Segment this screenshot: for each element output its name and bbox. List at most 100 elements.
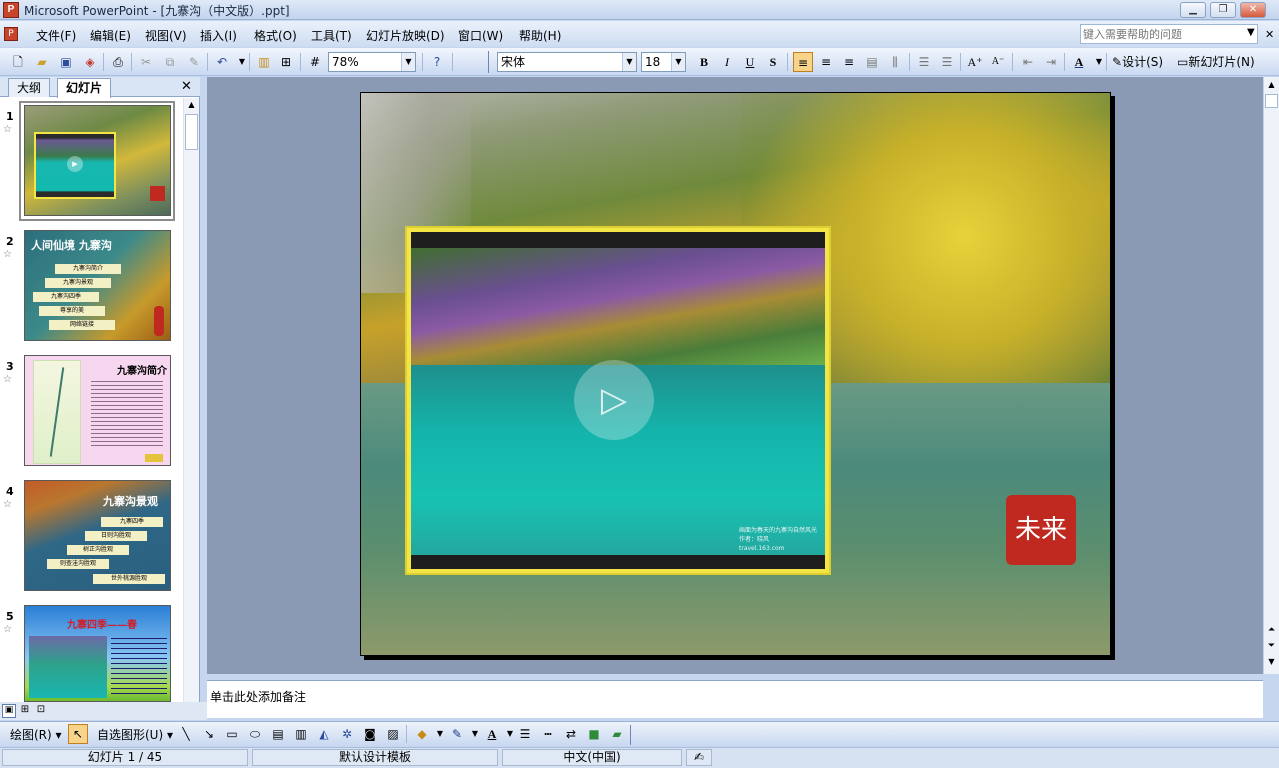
print-icon[interactable]: ⎙: [108, 52, 128, 72]
draw-menu-button[interactable]: 绘图(R) ▾: [10, 726, 62, 743]
grid-icon[interactable]: #: [305, 52, 325, 72]
permission-icon[interactable]: ◈: [80, 52, 100, 72]
restore-button[interactable]: ❐: [1210, 2, 1236, 18]
slide-thumbnail-5[interactable]: 九寨四季——春: [24, 605, 171, 702]
close-icon[interactable]: ✕: [1265, 28, 1274, 41]
vertical-text-icon[interactable]: ⫼: [885, 52, 905, 72]
autoshapes-button[interactable]: 自选图形(U) ▾: [97, 726, 173, 743]
fill-color-icon[interactable]: ◆: [412, 724, 432, 744]
arrow-style-icon[interactable]: ⇄: [561, 724, 581, 744]
picture-icon[interactable]: ▨: [383, 724, 403, 744]
main-scrollbar[interactable]: ▲ ⏶ ⏷ ▼: [1263, 77, 1279, 674]
video-player-frame[interactable]: ▷ 画面为春天的九寨沟自然风光 作者：晓风 travel.163.com: [405, 226, 831, 575]
insert-chart-icon[interactable]: ▥: [254, 52, 274, 72]
oval-icon[interactable]: ⬭: [245, 724, 265, 744]
menu-window[interactable]: 窗口(W): [458, 27, 503, 44]
wordart-icon[interactable]: ◭: [314, 724, 334, 744]
bullet-list-icon[interactable]: ☰: [937, 52, 957, 72]
arrow-icon[interactable]: ↘: [199, 724, 219, 744]
textbox-icon[interactable]: ▤: [268, 724, 288, 744]
numbered-list-icon[interactable]: ☰: [914, 52, 934, 72]
slideshow-view-icon[interactable]: ⊡: [34, 704, 48, 718]
decrease-indent-icon[interactable]: ⇤: [1018, 52, 1038, 72]
rectangle-icon[interactable]: ▭: [222, 724, 242, 744]
help-search-box[interactable]: [1080, 24, 1258, 44]
new-document-icon[interactable]: 🗋: [8, 52, 28, 72]
decrease-font-icon[interactable]: A⁻: [988, 52, 1008, 72]
panel-scrollbar[interactable]: ▲: [183, 98, 199, 702]
3d-style-icon[interactable]: ▰: [607, 724, 627, 744]
play-icon[interactable]: ▷: [574, 360, 654, 440]
scrollbar-thumb[interactable]: [1265, 94, 1278, 108]
minimize-button[interactable]: ▁: [1180, 2, 1206, 18]
bold-button[interactable]: B: [694, 52, 714, 72]
slide-thumbnail-1[interactable]: ▶: [24, 105, 171, 216]
document-icon[interactable]: P: [4, 27, 18, 41]
line-style-icon[interactable]: ☰: [515, 724, 535, 744]
slide-thumbnail-3[interactable]: 九寨沟简介: [24, 355, 171, 466]
italic-button[interactable]: I: [717, 52, 737, 72]
shadow-style-icon[interactable]: ■: [584, 724, 604, 744]
chevron-down-icon[interactable]: ▼: [1247, 27, 1255, 38]
line-color-icon[interactable]: ✎: [447, 724, 467, 744]
copy-icon[interactable]: ⧉: [160, 52, 180, 72]
tab-slides[interactable]: 幻灯片: [57, 78, 112, 98]
cut-icon[interactable]: ✂: [136, 52, 156, 72]
align-right-button[interactable]: ≡: [839, 52, 859, 72]
insert-table-icon[interactable]: ⊞: [276, 52, 296, 72]
menu-edit[interactable]: 编辑(E): [90, 27, 131, 44]
close-button[interactable]: ✕: [1240, 2, 1266, 18]
select-pointer-icon[interactable]: ↖: [68, 724, 88, 744]
diagram-icon[interactable]: ✲: [337, 724, 357, 744]
slide-thumbnail-2[interactable]: 人间仙境 九寨沟 九寨沟简介 九寨沟景观 九寨沟四季 尊享的美 网络链接: [24, 230, 171, 341]
font-size-select[interactable]: 18 ▼: [641, 52, 686, 72]
normal-view-icon[interactable]: ▣: [2, 704, 16, 718]
design-button[interactable]: ✎设计(S): [1112, 53, 1163, 70]
menu-help[interactable]: 帮助(H): [519, 27, 561, 44]
menu-view[interactable]: 视图(V): [145, 27, 187, 44]
distribute-icon[interactable]: ▤: [862, 52, 882, 72]
video-screen[interactable]: ▷ 画面为春天的九寨沟自然风光 作者：晓风 travel.163.com: [411, 232, 825, 569]
slide-thumbnail-4[interactable]: 九寨沟景观 九寨四季 日则沟胜观 树正沟胜观 则查洼沟胜观 世外桃源胜观: [24, 480, 171, 591]
zoom-select[interactable]: 78% ▼: [328, 52, 416, 72]
font-name-select[interactable]: 宋体 ▼: [497, 52, 637, 72]
help-search-input[interactable]: [1083, 27, 1243, 42]
new-slide-button[interactable]: ▭新幻灯片(N): [1177, 53, 1255, 70]
scroll-up-icon[interactable]: ▲: [184, 98, 199, 112]
underline-button[interactable]: U: [740, 52, 760, 72]
undo-icon[interactable]: ↶: [212, 52, 232, 72]
shadow-button[interactable]: S: [763, 52, 783, 72]
chevron-down-icon[interactable]: ▼: [401, 53, 415, 71]
spelling-check-icon[interactable]: ✍: [686, 749, 712, 766]
help-icon[interactable]: ?: [427, 52, 447, 72]
align-center-button[interactable]: ≡: [816, 52, 836, 72]
align-left-button[interactable]: ≡: [793, 52, 813, 72]
slide-sorter-icon[interactable]: ⊞: [18, 704, 32, 718]
clipart-icon[interactable]: ◙: [360, 724, 380, 744]
font-color-icon[interactable]: A: [1069, 52, 1089, 72]
open-folder-icon[interactable]: ▰: [32, 52, 52, 72]
scrollbar-thumb[interactable]: [185, 114, 198, 150]
font-color-icon[interactable]: A: [482, 724, 502, 744]
current-slide[interactable]: ▷ 画面为春天的九寨沟自然风光 作者：晓风 travel.163.com 未来: [360, 92, 1111, 656]
chevron-down-icon[interactable]: ▼: [622, 53, 636, 71]
format-painter-icon[interactable]: ✎: [184, 52, 204, 72]
chevron-down-icon[interactable]: ▼: [671, 53, 685, 71]
scroll-down-icon[interactable]: ▼: [1264, 657, 1279, 671]
scroll-up-icon[interactable]: ▲: [1264, 77, 1279, 92]
tab-outline[interactable]: 大纲: [8, 78, 51, 97]
previous-slide-icon[interactable]: ⏶: [1264, 625, 1279, 639]
line-icon[interactable]: ╲: [176, 724, 196, 744]
menu-slideshow[interactable]: 幻灯片放映(D): [366, 27, 445, 44]
menu-file[interactable]: 文件(F): [36, 27, 76, 44]
increase-font-icon[interactable]: A⁺: [965, 52, 985, 72]
close-icon[interactable]: ✕: [181, 79, 192, 94]
notes-placeholder[interactable]: 单击此处添加备注: [210, 688, 306, 705]
notes-pane[interactable]: [207, 680, 1263, 718]
next-slide-icon[interactable]: ⏷: [1264, 641, 1279, 655]
vertical-textbox-icon[interactable]: ▥: [291, 724, 311, 744]
save-icon[interactable]: ▣: [56, 52, 76, 72]
dash-style-icon[interactable]: ┅: [538, 724, 558, 744]
menu-tools[interactable]: 工具(T): [311, 27, 352, 44]
increase-indent-icon[interactable]: ⇥: [1041, 52, 1061, 72]
